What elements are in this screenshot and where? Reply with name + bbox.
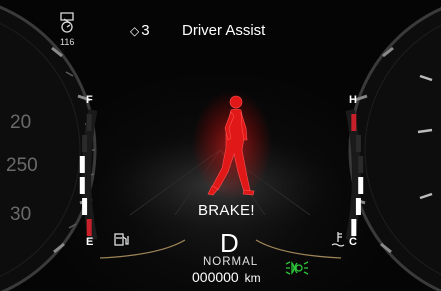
- page-title: Driver Assist: [182, 22, 266, 39]
- odometer-value: 000000: [192, 269, 239, 285]
- fuel-empty-label: E: [86, 236, 94, 248]
- instrument-cluster: 20 250 30 116 ◇ 3 Driver Assist F E H C B…: [0, 0, 441, 291]
- gear-indicator: D: [220, 228, 239, 258]
- position-lights-icon: [285, 261, 309, 275]
- bottom-frame-left: [99, 239, 186, 259]
- alert-message: BRAKE!: [198, 202, 255, 219]
- speedometer-label-middle: 250: [6, 155, 38, 176]
- temp-cold-label: C: [349, 236, 357, 248]
- speedometer-label-upper: 20: [10, 112, 32, 133]
- page-indicator-arrows: ◇: [130, 24, 140, 38]
- drive-mode: NORMAL: [203, 256, 259, 268]
- tachometer-dial: [348, 7, 441, 291]
- bottom-frame-right: [255, 239, 342, 259]
- fuel-pump-icon: [114, 233, 129, 246]
- temp-hot-label: H: [349, 94, 357, 106]
- page-indicator[interactable]: ◇ 3: [130, 22, 150, 39]
- speedometer-label-lower: 30: [10, 204, 32, 225]
- page-number: 3: [141, 22, 150, 39]
- speed-limit-value: 116: [60, 37, 75, 47]
- speedometer-dial: [0, 5, 97, 291]
- odometer: 000000 km: [192, 269, 261, 285]
- fuel-full-label: F: [86, 94, 93, 106]
- speed-limit-sign-icon: [60, 12, 74, 33]
- odometer-unit: km: [244, 271, 261, 285]
- coolant-temperature-icon: [331, 232, 345, 247]
